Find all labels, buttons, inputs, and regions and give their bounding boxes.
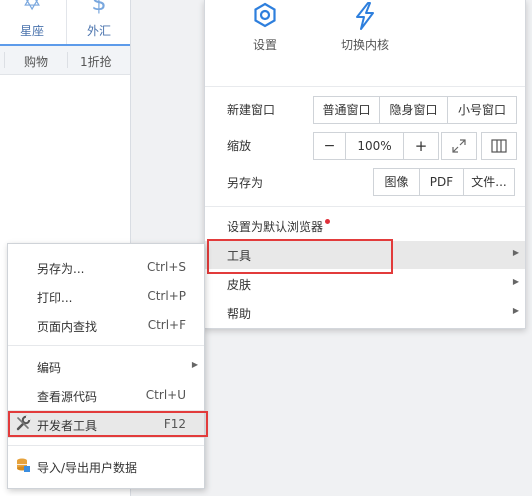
skin-menu-item[interactable]: 皮肤 ▶: [205, 270, 525, 298]
encoding-item[interactable]: 编码 ▶: [8, 352, 204, 380]
divider: [4, 52, 5, 68]
quick-link-label: 星座: [19, 24, 44, 38]
find-in-page-item[interactable]: 页面内查找 Ctrl+F: [8, 311, 204, 339]
import-export-data-label: 导入/导出用户数据: [37, 461, 138, 475]
chevron-right-icon: ▶: [512, 248, 519, 257]
save-as-label: 另存为: [227, 176, 264, 190]
save-as-image-button[interactable]: 图像: [374, 169, 420, 195]
settings-button[interactable]: 设置: [225, 0, 305, 60]
find-in-page-shortcut: Ctrl+F: [147, 318, 186, 332]
zoom-control: − 100% +: [313, 132, 439, 160]
category-shopping[interactable]: 购物: [24, 53, 48, 70]
expand-icon: [452, 139, 466, 153]
menu-divider: [8, 445, 204, 446]
menu-divider: [205, 86, 525, 87]
developer-tools-shortcut: F12: [163, 417, 186, 431]
encoding-label: 编码: [37, 361, 62, 375]
help-menu-item[interactable]: 帮助 ▶: [205, 299, 525, 327]
tools-menu-item[interactable]: 工具 ▶: [205, 241, 525, 269]
developer-tools-item[interactable]: 开发者工具 F12: [8, 410, 204, 438]
developer-tools-label: 开发者工具: [37, 419, 98, 433]
divider: [67, 52, 68, 68]
print-shortcut: Ctrl+P: [147, 289, 186, 303]
switch-kernel-label: 切换内核: [340, 38, 389, 52]
notification-dot: [325, 219, 331, 224]
save-as-shortcut: Ctrl+S: [146, 260, 186, 274]
menu-divider: [205, 206, 525, 207]
incognito-window-button[interactable]: 隐身窗口: [380, 97, 448, 123]
switch-kernel-button[interactable]: 切换内核: [325, 0, 405, 60]
view-source-shortcut: Ctrl+U: [145, 388, 186, 402]
quick-links-row: ✡ 星座 $ 外汇: [0, 0, 130, 44]
import-export-data-item[interactable]: 导入/导出用户数据: [8, 452, 204, 480]
quick-link-forex[interactable]: $ 外汇: [67, 0, 131, 44]
settings-label: 设置: [252, 38, 277, 52]
gear-icon: [254, 2, 276, 28]
chevron-right-icon: ▶: [191, 360, 198, 369]
chevron-right-icon: ▶: [512, 306, 519, 315]
quick-link-horoscope[interactable]: ✡ 星座: [0, 0, 64, 44]
quick-link-label: 外汇: [86, 24, 111, 38]
chevron-right-icon: ▶: [512, 277, 519, 286]
fullscreen-button[interactable]: [441, 132, 477, 160]
database-icon: [15, 457, 31, 476]
save-as-item-label: 另存为...: [37, 262, 85, 276]
set-default-browser-label: 设置为默认浏览器: [227, 218, 331, 235]
zoom-level: 100%: [346, 133, 404, 159]
tools-label: 工具: [227, 249, 252, 263]
save-as-options: 图像 PDF 文件...: [373, 168, 515, 196]
new-window-label: 新建窗口: [227, 103, 276, 117]
category-discount[interactable]: 1折抢: [80, 53, 112, 70]
star-of-david-icon: ✡: [21, 0, 43, 16]
view-source-item[interactable]: 查看源代码 Ctrl+U: [8, 381, 204, 409]
normal-window-button[interactable]: 普通窗口: [314, 97, 380, 123]
zoom-out-button[interactable]: −: [314, 133, 346, 159]
print-item-label: 打印...: [37, 291, 73, 305]
set-default-browser-item[interactable]: 设置为默认浏览器: [205, 212, 525, 240]
tools-submenu: 另存为... Ctrl+S 打印... Ctrl+P 页面内查找 Ctrl+F …: [7, 243, 208, 489]
save-as-file-button[interactable]: 文件...: [464, 169, 514, 195]
dollar-icon: $: [91, 0, 107, 16]
zoom-label: 缩放: [227, 139, 252, 153]
help-label: 帮助: [227, 307, 252, 321]
save-as-pdf-button[interactable]: PDF: [420, 169, 464, 195]
save-as-item[interactable]: 另存为... Ctrl+S: [8, 253, 204, 281]
wrench-icon: [15, 415, 31, 434]
view-source-label: 查看源代码: [37, 390, 98, 404]
print-item[interactable]: 打印... Ctrl+P: [8, 282, 204, 310]
category-row: 购物 1折抢: [0, 46, 130, 75]
zoom-in-button[interactable]: +: [404, 133, 438, 159]
menu-divider: [8, 345, 204, 346]
split-view-button[interactable]: [481, 132, 517, 160]
browser-main-menu: 设置 切换内核 新建窗口 普通窗口 隐身窗口 小号窗口 缩放 − 100% + …: [204, 0, 526, 329]
find-in-page-label: 页面内查找: [37, 320, 98, 334]
new-window-options: 普通窗口 隐身窗口 小号窗口: [313, 96, 517, 124]
secondary-account-window-button[interactable]: 小号窗口: [448, 97, 516, 123]
columns-icon: [491, 139, 507, 153]
lightning-icon: [356, 2, 374, 30]
skin-label: 皮肤: [227, 278, 252, 292]
